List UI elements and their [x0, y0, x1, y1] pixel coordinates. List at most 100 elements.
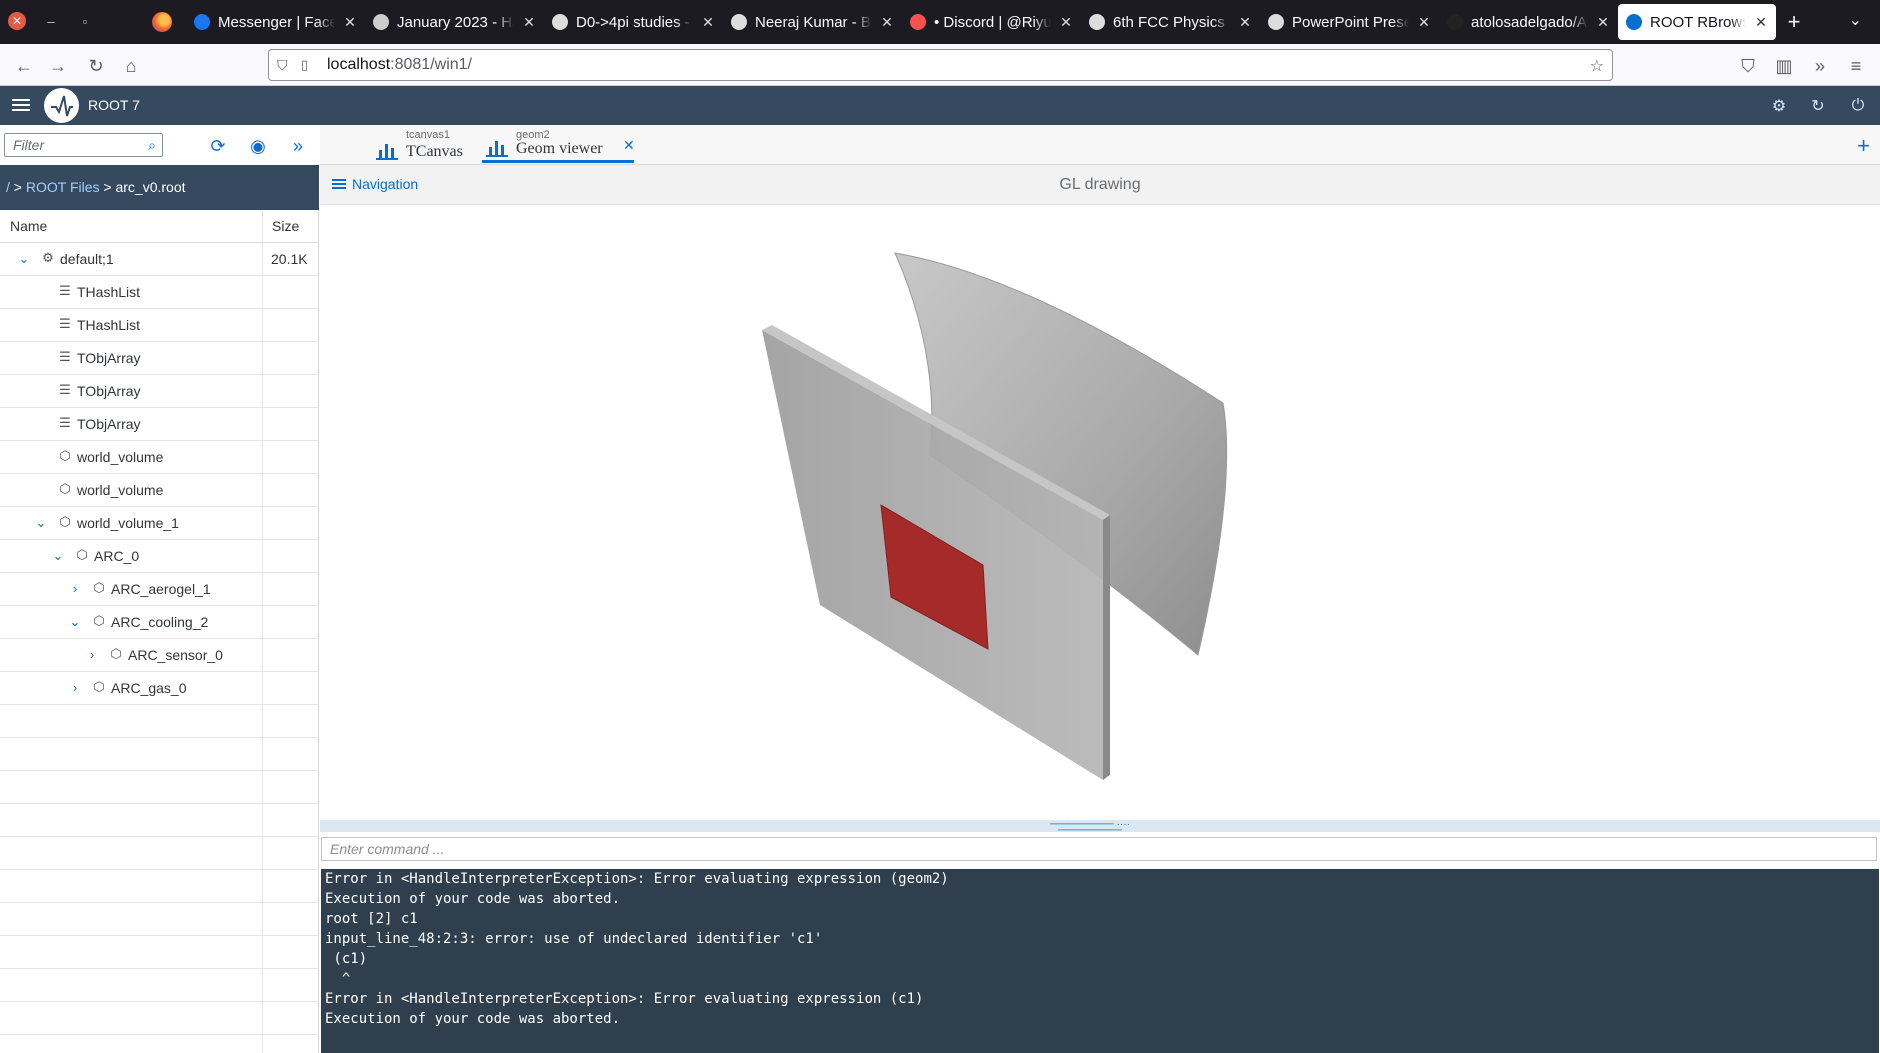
tree-row[interactable]: ⬡ world_volume: [0, 474, 319, 507]
url-path: :8081/win1/: [390, 56, 472, 73]
reload-icon[interactable]: ↻: [84, 54, 108, 78]
window-restore-button[interactable]: ▫: [76, 12, 94, 30]
browser-tab[interactable]: January 2023 - HackMD ✕: [365, 4, 544, 40]
volume-icon: ⬡: [93, 580, 105, 595]
overflow-chevron-icon[interactable]: »: [1808, 54, 1832, 78]
window-close-button[interactable]: ✕: [8, 12, 26, 30]
navigation-button[interactable]: Navigation: [332, 176, 418, 192]
splitter-handle[interactable]: ───────── ···· ─────────: [320, 820, 1880, 836]
console-line: Execution of your code was aborted.: [325, 891, 621, 907]
browser-tab[interactable]: 6th FCC Physics Workshop ✕: [1081, 4, 1260, 40]
browser-tab[interactable]: ROOT RBrowser ✕: [1618, 4, 1776, 40]
browser-toolbar: Filter ⌕ ⟳ ◉ »: [0, 125, 319, 165]
chevron-right-icon[interactable]: ›: [85, 647, 99, 662]
tree-row[interactable]: ⌄ ⬡ world_volume_1: [0, 507, 319, 540]
sidebar-icon[interactable]: ▥: [1772, 54, 1796, 78]
tab-geom-viewer[interactable]: geom2 Geom viewer: [482, 129, 634, 163]
tree-row[interactable]: ⌄ ⬡ ARC_0: [0, 540, 319, 573]
at-icon: [552, 14, 568, 30]
close-tab-icon[interactable]: ✕: [701, 14, 715, 31]
filter-placeholder: Filter: [13, 137, 45, 153]
chevron-down-icon[interactable]: ⌄: [51, 548, 65, 563]
close-tab-icon[interactable]: ✕: [1596, 14, 1610, 31]
back-arrow-icon[interactable]: ←: [12, 54, 36, 78]
browser-tab-label: Neeraj Kumar - BE: [755, 13, 872, 31]
empty-row: [0, 804, 319, 837]
close-tab-icon[interactable]: ✕: [623, 137, 635, 154]
firefox-icon[interactable]: [152, 12, 172, 32]
tree-row-label: TObjArray: [77, 416, 141, 432]
tree-row[interactable]: ☰ TObjArray: [0, 342, 319, 375]
close-tab-icon[interactable]: ✕: [1754, 14, 1768, 31]
menu-icon[interactable]: ≡: [1844, 54, 1868, 78]
browser-tab[interactable]: Messenger | Facebook ✕: [186, 4, 365, 40]
list-icon: ☰: [59, 349, 71, 364]
browser-tab[interactable]: Neeraj Kumar - BE ✕: [723, 4, 902, 40]
column-header-name[interactable]: Name: [10, 218, 47, 234]
url-bar[interactable]: ⛉ ▯ localhost:8081/win1/ ☆: [268, 49, 1613, 81]
chevron-down-icon[interactable]: ⌄: [34, 515, 48, 530]
browser-tab-label: atolosadelgado/ARC: [1471, 13, 1588, 31]
document-tabs: tcanvas1 TCanvas geom2 Geom viewer ✕ +: [320, 125, 1880, 165]
settings-icon[interactable]: ⚙: [1769, 96, 1789, 116]
close-tab-icon[interactable]: ✕: [1059, 14, 1073, 31]
chevron-right-icon[interactable]: ›: [68, 680, 82, 695]
tree-row[interactable]: ☰ THashList: [0, 276, 319, 309]
close-tab-icon[interactable]: ✕: [522, 14, 536, 31]
hamburger-menu-icon[interactable]: [12, 96, 30, 114]
breadcrumb-root-files-link[interactable]: ROOT Files: [26, 179, 100, 195]
shield-icon[interactable]: ⛉: [277, 57, 291, 74]
bookmark-star-icon[interactable]: ☆: [1590, 56, 1604, 76]
tree-row[interactable]: › ⬡ ARC_gas_0: [0, 672, 319, 705]
volume-icon: ⬡: [59, 481, 71, 496]
pocket-icon[interactable]: ⛉: [1736, 54, 1760, 78]
chevron-down-icon[interactable]: ⌄: [68, 614, 82, 629]
close-tab-icon[interactable]: ✕: [880, 14, 894, 31]
record-icon[interactable]: ◉: [247, 135, 269, 157]
geometry-3d-drawing[interactable]: [320, 205, 1880, 820]
tree-row[interactable]: ☰ THashList: [0, 309, 319, 342]
tree-row[interactable]: ⌄ ⬡ ARC_cooling_2: [0, 606, 319, 639]
close-tab-icon[interactable]: ✕: [1417, 14, 1431, 31]
column-header-size[interactable]: Size: [272, 218, 299, 234]
browser-tab[interactable]: PowerPoint Presentation ✕: [1260, 4, 1439, 40]
tree-row[interactable]: › ⬡ ARC_aerogel_1: [0, 573, 319, 606]
command-input[interactable]: Enter command ...: [321, 837, 1877, 861]
power-icon[interactable]: ⏻: [1848, 96, 1868, 116]
window-minimize-button[interactable]: –: [42, 12, 60, 30]
search-icon[interactable]: ⌕: [148, 137, 156, 154]
geometry-viewport[interactable]: [320, 205, 1880, 820]
splitter-grip-icon[interactable]: ───────── ···· ─────────: [1020, 820, 1160, 836]
tree-row[interactable]: › ⬡ ARC_sensor_0: [0, 639, 319, 672]
tab-list-chevron-icon[interactable]: ⌄: [1849, 10, 1862, 30]
filter-input[interactable]: Filter ⌕: [4, 133, 163, 157]
tree-row-label: TObjArray: [77, 350, 141, 366]
file-browser-panel: Filter ⌕ ⟳ ◉ » / > ROOT Files > arc_v0.r…: [0, 125, 319, 1053]
breadcrumb-root-link[interactable]: /: [6, 179, 10, 195]
tree-row[interactable]: ⌄ ⚙ default;1 20.1K: [0, 243, 319, 276]
browser-tab[interactable]: atolosadelgado/ARC ✕: [1439, 4, 1618, 40]
browser-tab[interactable]: D0->4pi studies - LHCb ✕: [544, 4, 723, 40]
new-tab-icon[interactable]: +: [1776, 4, 1812, 40]
browser-tab-label: • Discord | @Riyuko: [934, 13, 1051, 31]
forward-arrow-icon[interactable]: →: [46, 54, 70, 78]
tree-row[interactable]: ☰ TObjArray: [0, 375, 319, 408]
tab-label: TCanvas: [406, 143, 463, 160]
reload-icon[interactable]: ↻: [1808, 96, 1828, 116]
chevron-down-icon[interactable]: ⌄: [17, 251, 31, 266]
close-tab-icon[interactable]: ✕: [1238, 14, 1252, 31]
home-icon[interactable]: ⌂: [119, 54, 143, 78]
close-tab-icon[interactable]: ✕: [343, 14, 357, 31]
browser-tab[interactable]: • Discord | @Riyuko ✕: [902, 4, 1081, 40]
tree-row[interactable]: ⬡ world_volume: [0, 441, 319, 474]
tab-tcanvas[interactable]: tcanvas1 TCanvas: [376, 129, 463, 163]
refresh-icon[interactable]: ⟳: [207, 135, 229, 157]
browser-tabs: Messenger | Facebook✕January 2023 - Hack…: [186, 4, 1812, 40]
tree-row[interactable]: ☰ TObjArray: [0, 408, 319, 441]
page-icon[interactable]: ▯: [301, 57, 315, 73]
double-chevron-icon[interactable]: »: [287, 135, 309, 157]
chevron-right-icon[interactable]: ›: [68, 581, 82, 596]
empty-row: [0, 1002, 319, 1035]
empty-row: [0, 738, 319, 771]
add-tab-icon[interactable]: +: [1857, 133, 1870, 159]
